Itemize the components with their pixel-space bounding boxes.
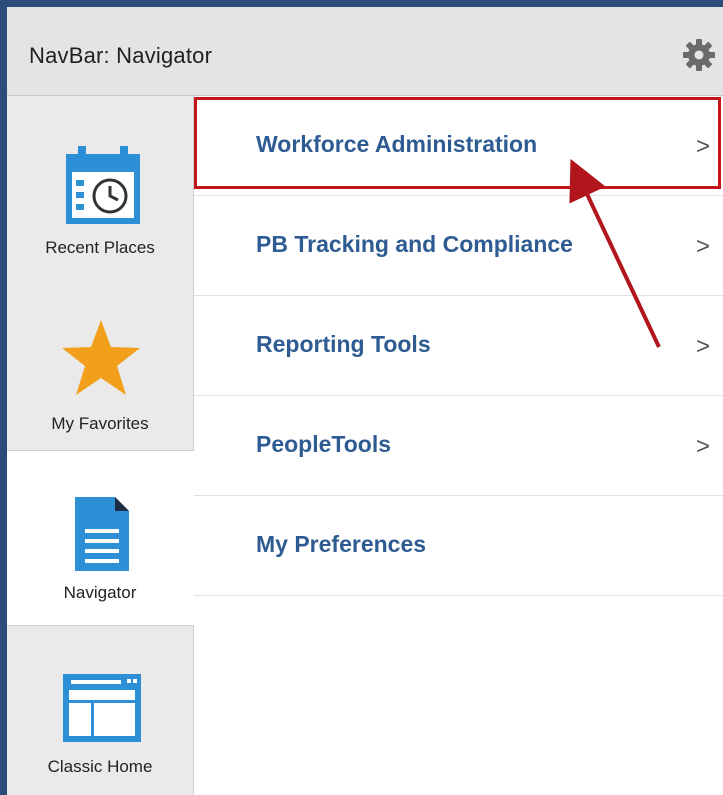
window-icon	[63, 674, 141, 742]
chevron-right-icon: >	[696, 133, 711, 160]
page-title: NavBar: Navigator	[29, 43, 213, 68]
gear-icon[interactable]	[681, 37, 717, 73]
navbar-header: NavBar: Navigator	[7, 7, 723, 96]
chevron-right-icon: >	[696, 333, 711, 360]
menu-item-label: PB Tracking and Compliance	[256, 231, 573, 257]
menu-item-pb-tracking-and-compliance[interactable]: PB Tracking and Compliance >	[194, 196, 723, 296]
navigator-menu: Workforce Administration > PB Tracking a…	[194, 96, 723, 795]
calendar-clock-icon	[66, 146, 140, 224]
sidebar-item-navigator[interactable]: Navigator	[7, 450, 194, 626]
navbar-panel: NavBar: Navigator Recent Places My Favor…	[7, 7, 723, 795]
sidebar: Recent Places My Favorites Navigator Cla…	[7, 96, 194, 795]
menu-item-workforce-administration[interactable]: Workforce Administration >	[194, 96, 723, 196]
menu-item-peopletools[interactable]: PeopleTools >	[194, 396, 723, 496]
menu-item-label: PeopleTools	[256, 431, 392, 457]
star-icon	[62, 320, 140, 395]
menu-item-label: My Preferences	[256, 531, 427, 557]
menu-item-my-preferences[interactable]: My Preferences	[194, 496, 723, 596]
sidebar-item-label: Classic Home	[47, 757, 153, 776]
menu-item-reporting-tools[interactable]: Reporting Tools >	[194, 296, 723, 396]
sidebar-item-my-favorites[interactable]: My Favorites	[7, 272, 193, 450]
document-icon	[75, 497, 129, 571]
sidebar-item-recent-places[interactable]: Recent Places	[7, 96, 193, 272]
sidebar-item-label: Recent Places	[45, 238, 155, 257]
chevron-right-icon: >	[696, 233, 711, 260]
sidebar-item-label: My Favorites	[51, 414, 149, 433]
menu-item-label: Reporting Tools	[256, 331, 431, 357]
menu-item-label: Workforce Administration	[256, 131, 538, 157]
chevron-right-icon: >	[696, 433, 711, 460]
sidebar-item-label: Navigator	[63, 583, 137, 602]
sidebar-item-classic-home[interactable]: Classic Home	[7, 626, 193, 795]
